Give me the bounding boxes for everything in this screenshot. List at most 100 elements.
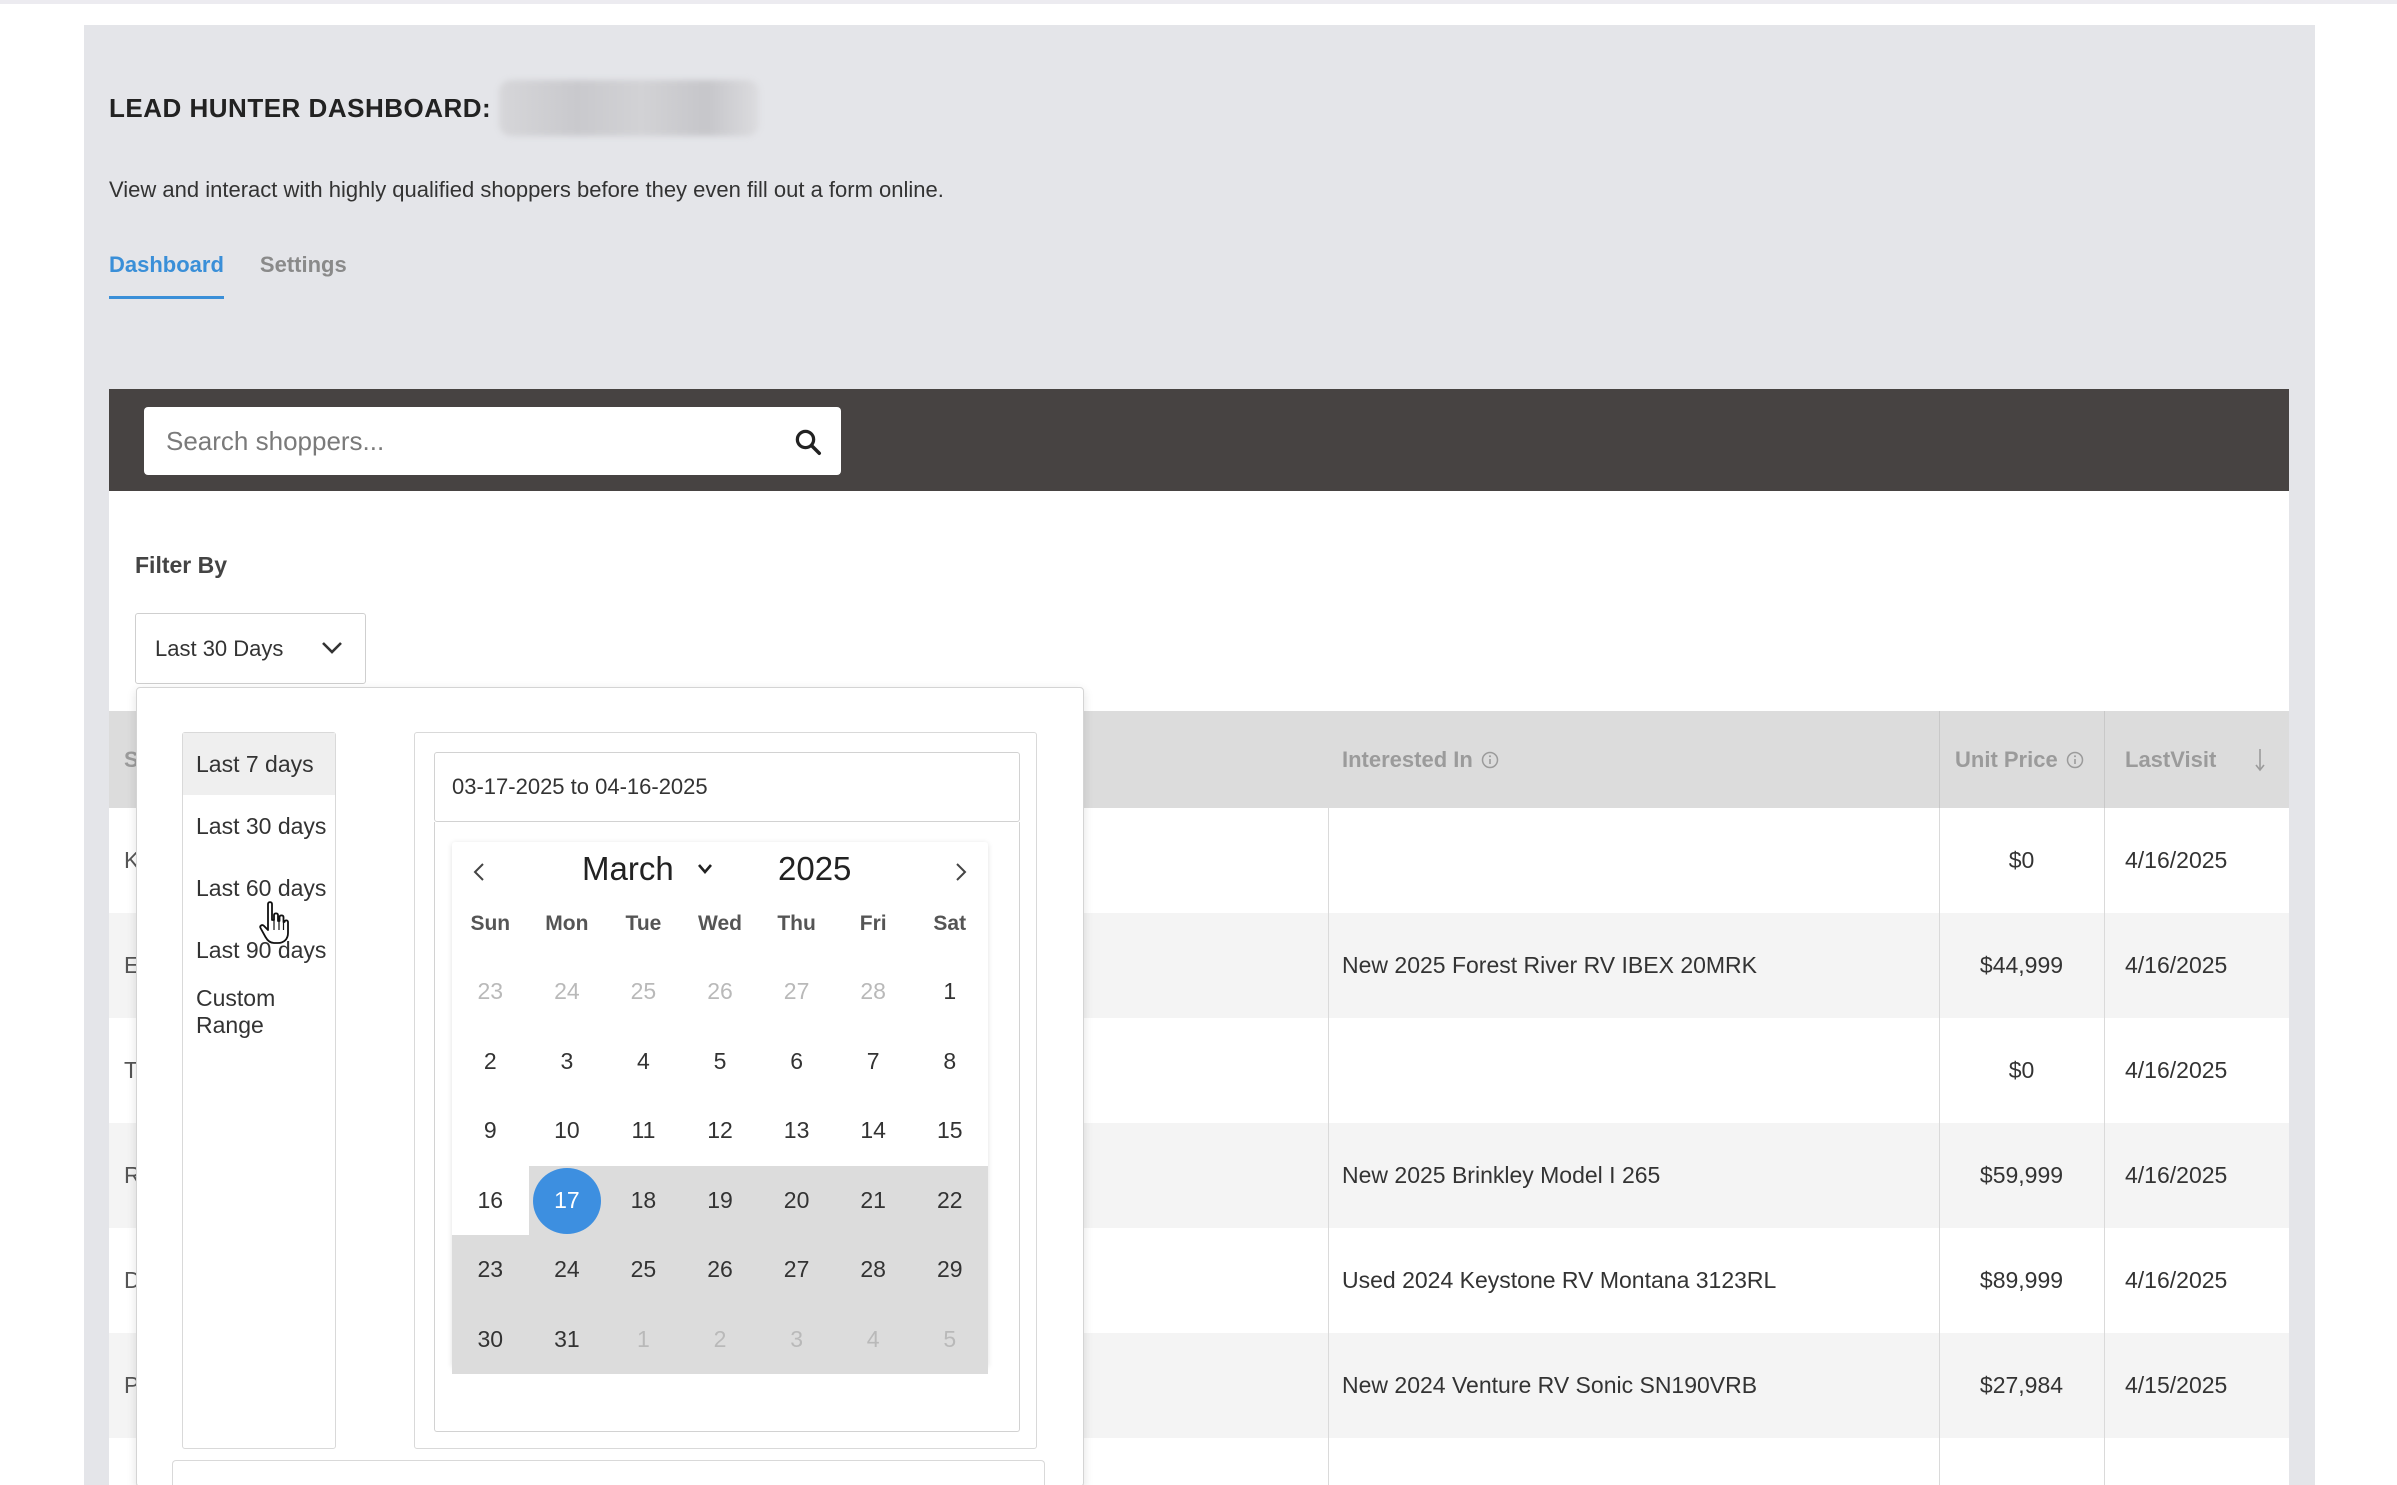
search-box <box>144 407 841 475</box>
column-divider <box>1939 711 1940 808</box>
last-visit-cell: 4/16/2025 <box>2125 952 2228 978</box>
month-value: March <box>582 850 674 887</box>
calendar-day[interactable]: 5 <box>682 1027 759 1097</box>
calendar-day-selected[interactable]: 17 <box>528 1165 606 1235</box>
calendar-header: March 2025 <box>452 842 988 902</box>
calendar-day[interactable]: 7 <box>835 1027 912 1097</box>
calendar-week: 30 31 1 2 3 4 5 <box>452 1304 989 1374</box>
interested-in-cell: New 2024 Venture RV Sonic SN190VRB <box>1342 1372 1758 1398</box>
calendar-day[interactable]: 2 <box>452 1027 529 1097</box>
calendar-day[interactable]: 12 <box>682 1096 759 1166</box>
search-icon[interactable] <box>793 427 823 457</box>
calendar-day[interactable]: 5 <box>911 1304 989 1374</box>
calendar-day[interactable]: 26 <box>682 957 759 1027</box>
tab-settings[interactable]: Settings <box>260 252 347 299</box>
search-input[interactable] <box>144 407 764 475</box>
top-border <box>0 0 2397 4</box>
filter-label: Filter By <box>135 552 228 578</box>
calendar-day[interactable]: 6 <box>758 1027 835 1097</box>
calendar-day[interactable]: 25 <box>605 957 682 1027</box>
column-header-last-visit[interactable]: LastVisit <box>2125 711 2216 808</box>
calendar-day[interactable]: 19 <box>681 1165 759 1235</box>
interested-in-cell: New 2025 Brinkley Model I 265 <box>1342 1162 1661 1188</box>
calendar: March 2025 Sun Mon Tue Wed Thu Fri Sat 2… <box>452 842 989 1374</box>
weekday-label: Wed <box>698 912 742 935</box>
page-subtitle: View and interact with highly qualified … <box>109 177 944 202</box>
last-visit-cell: 4/16/2025 <box>2125 1057 2228 1083</box>
calendar-day[interactable]: 10 <box>529 1096 606 1166</box>
calendar-day[interactable]: 8 <box>911 1027 988 1097</box>
calendar-week: 9 10 11 12 13 14 15 <box>452 1096 988 1166</box>
column-header-interested-in[interactable]: Interested In <box>1342 711 1499 808</box>
chevron-left-icon[interactable] <box>468 860 492 884</box>
sort-arrow-icon[interactable] <box>2253 747 2267 773</box>
calendar-day[interactable]: 2 <box>681 1304 759 1374</box>
calendar-week: 2 3 4 5 6 7 8 <box>452 1027 988 1097</box>
calendar-frame: 03-17-2025 to 04-16-2025 March 2025 Sun … <box>414 732 1037 1449</box>
hand-pointer-icon <box>259 901 289 944</box>
chevron-right-icon[interactable] <box>948 860 972 884</box>
popup-footer <box>172 1460 1045 1485</box>
calendar-day[interactable]: 9 <box>452 1096 529 1166</box>
calendar-day[interactable]: 28 <box>834 1235 912 1305</box>
date-range-input[interactable]: 03-17-2025 to 04-16-2025 <box>434 752 1020 822</box>
date-filter-select[interactable]: Last 30 Days <box>135 613 366 684</box>
calendar-day[interactable]: 26 <box>681 1235 759 1305</box>
calendar-day[interactable]: 28 <box>835 957 912 1027</box>
tab-bar: Dashboard Settings <box>109 252 347 299</box>
calendar-week: 16 17 18 19 20 21 22 <box>452 1165 989 1236</box>
calendar-container: March 2025 Sun Mon Tue Wed Thu Fri Sat 2… <box>434 822 1020 1432</box>
calendar-day[interactable]: 23 <box>452 1235 529 1305</box>
calendar-day[interactable]: 27 <box>758 957 835 1027</box>
calendar-day[interactable]: 15 <box>911 1096 988 1166</box>
calendar-day[interactable]: 14 <box>835 1096 912 1166</box>
range-last-30-days[interactable]: Last 30 days <box>183 795 335 857</box>
calendar-day[interactable]: 24 <box>529 957 606 1027</box>
calendar-day[interactable]: 24 <box>528 1235 606 1305</box>
date-range-popup: Last 7 days Last 30 days Last 60 days La… <box>136 687 1084 1485</box>
calendar-day[interactable]: 3 <box>529 1027 606 1097</box>
calendar-day[interactable]: 18 <box>605 1165 682 1235</box>
calendar-day[interactable]: 21 <box>834 1165 912 1235</box>
unit-price-cell: $27,984 <box>1979 1372 2064 1398</box>
info-icon[interactable] <box>1481 751 1499 769</box>
last-visit-cell: 4/16/2025 <box>2125 847 2228 873</box>
calendar-day[interactable]: 22 <box>911 1165 989 1235</box>
unit-price-cell: $0 <box>2008 847 2035 873</box>
column-header-unit-price[interactable]: Unit Price <box>1955 711 2084 808</box>
weekday-label: Sun <box>470 912 511 935</box>
month-select[interactable]: March <box>582 850 714 888</box>
calendar-day[interactable]: 11 <box>605 1096 682 1166</box>
column-header-unit-price-label: Unit Price <box>1955 746 2058 772</box>
weekday-label: Sat <box>933 912 967 935</box>
year-value[interactable]: 2025 <box>778 850 851 888</box>
calendar-day[interactable]: 13 <box>758 1096 835 1166</box>
calendar-day[interactable]: 31 <box>528 1304 606 1374</box>
calendar-day[interactable]: 4 <box>834 1304 912 1374</box>
calendar-day[interactable]: 23 <box>452 957 529 1027</box>
calendar-day[interactable]: 3 <box>758 1304 835 1374</box>
range-custom[interactable]: Custom Range <box>183 981 335 1043</box>
calendar-day[interactable]: 29 <box>911 1235 989 1305</box>
last-visit-cell: 4/15/2025 <box>2125 1372 2228 1398</box>
column-divider <box>1939 808 1940 1485</box>
calendar-day[interactable]: 1 <box>605 1304 682 1374</box>
calendar-week: 23 24 25 26 27 28 29 <box>452 1235 989 1305</box>
unit-price-cell: $59,999 <box>1979 1162 2064 1188</box>
page-title: LEAD HUNTER DASHBOARD: <box>109 80 760 136</box>
info-icon[interactable] <box>2066 751 2084 769</box>
calendar-day[interactable]: 27 <box>758 1235 835 1305</box>
calendar-week: 23 24 25 26 27 28 1 <box>452 957 988 1027</box>
calendar-day[interactable]: 1 <box>911 957 988 1027</box>
date-filter-value: Last 30 Days <box>155 635 284 661</box>
calendar-day[interactable]: 25 <box>605 1235 682 1305</box>
calendar-day[interactable]: 20 <box>758 1165 835 1235</box>
day-grid: 23 24 25 26 27 28 1 2 3 4 5 6 7 8 9 10 1… <box>452 957 989 1374</box>
calendar-day[interactable]: 16 <box>452 1166 529 1236</box>
weekday-label: Mon <box>545 912 589 935</box>
tab-dashboard[interactable]: Dashboard <box>109 252 224 299</box>
calendar-day[interactable]: 4 <box>605 1027 682 1097</box>
range-last-7-days[interactable]: Last 7 days <box>183 733 335 795</box>
column-divider <box>2104 711 2105 808</box>
calendar-day[interactable]: 30 <box>452 1304 529 1374</box>
